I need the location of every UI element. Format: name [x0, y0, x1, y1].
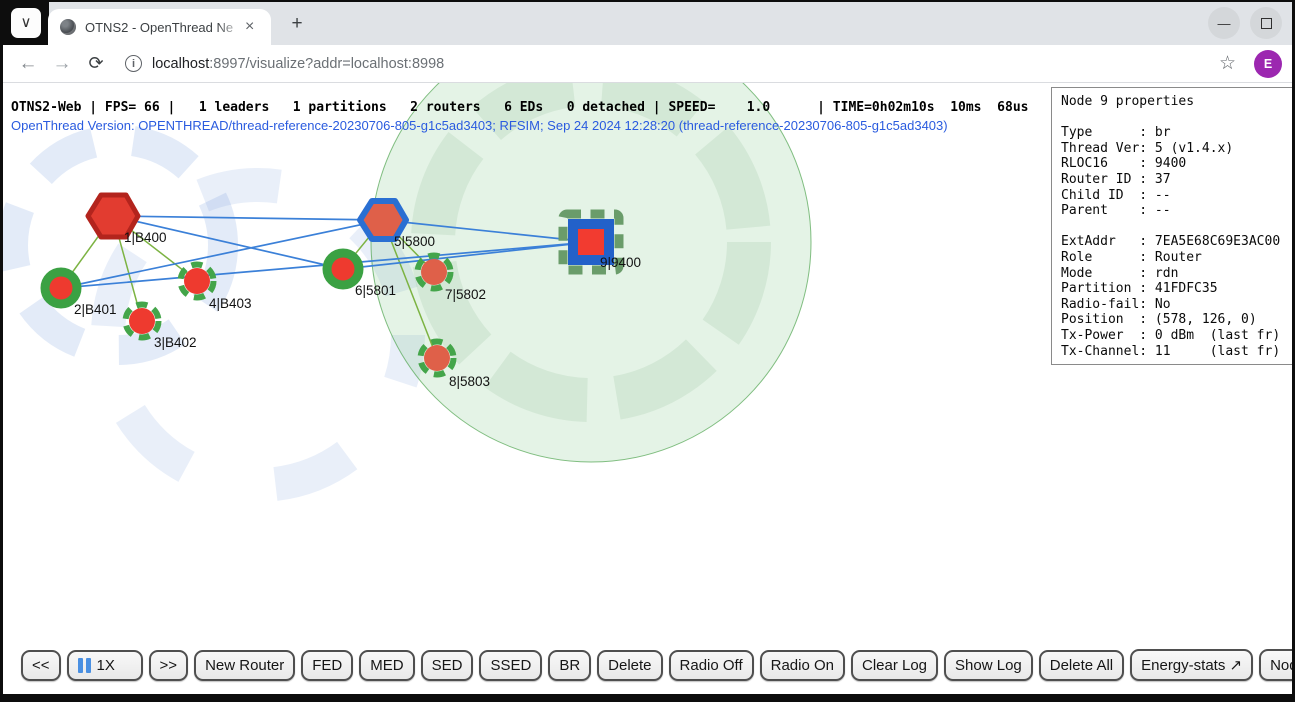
node-label: 6|5801: [355, 283, 396, 298]
toolbar: << 1X >> New Router FED MED SED SSED BR …: [21, 649, 1292, 681]
site-info-icon[interactable]: i: [125, 55, 142, 72]
address-bar: ← → ⟳ i localhost:8997/visualize?addr=lo…: [3, 45, 1292, 83]
prop-extaddr: ExtAddr : 7EA5E68C69E3AC00: [1061, 234, 1287, 250]
ed-circle[interactable]: [184, 268, 210, 294]
ed-circle[interactable]: [421, 259, 447, 285]
radio-off-button[interactable]: Radio Off: [669, 650, 754, 681]
version-line: OpenThread Version: OPENTHREAD/thread-re…: [11, 118, 948, 133]
node-label: 4|B403: [209, 296, 252, 311]
prop-rloc16: RLOC16 : 9400: [1061, 156, 1287, 172]
node-label: 8|5803: [449, 374, 490, 389]
browser-chrome: ∨ OTNS2 - OpenThread Ne × + — ← → ⟳ i lo…: [3, 2, 1292, 694]
radio-on-button[interactable]: Radio On: [760, 650, 845, 681]
clear-log-button[interactable]: Clear Log: [851, 650, 938, 681]
delete-button[interactable]: Delete: [597, 650, 662, 681]
chevron-down-icon: ∨: [21, 14, 32, 31]
tab-strip: ∨ OTNS2 - OpenThread Ne × + —: [3, 2, 1292, 45]
delete-all-button[interactable]: Delete All: [1039, 650, 1124, 681]
show-log-button[interactable]: Show Log: [944, 650, 1033, 681]
forward-icon[interactable]: →: [45, 53, 79, 75]
node-label: 9|9400: [600, 255, 641, 270]
prop-router-id: Router ID : 37: [1061, 172, 1287, 188]
speed-up-button[interactable]: >>: [149, 650, 189, 681]
ed-circle[interactable]: [45, 272, 77, 304]
prop-tx-power: Tx-Power : 0 dBm (last fr): [1061, 328, 1287, 344]
med-button[interactable]: MED: [359, 650, 414, 681]
speed-label: 1X: [97, 657, 115, 674]
site-favicon-icon: [60, 19, 76, 35]
minimize-button[interactable]: —: [1208, 7, 1240, 39]
tab-close-icon[interactable]: ×: [245, 19, 254, 35]
window-controls: —: [1208, 7, 1282, 39]
ed-circle[interactable]: [424, 345, 450, 371]
node-label: 2|B401: [74, 302, 117, 317]
speed-down-button[interactable]: <<: [21, 650, 61, 681]
prop-thread-ver: Thread Ver: 5 (v1.4.x): [1061, 141, 1287, 157]
node-label: 7|5802: [445, 287, 486, 302]
profile-avatar[interactable]: E: [1254, 50, 1282, 78]
node-properties-panel: Node 9 properties Type : br Thread Ver: …: [1051, 87, 1292, 365]
simulator-canvas[interactable]: 1|B400 2|B401 3|B402 4|B403: [3, 83, 1292, 694]
new-tab-button[interactable]: +: [284, 11, 310, 37]
prop-role: Role : Router: [1061, 250, 1287, 266]
minimize-icon: —: [1218, 16, 1231, 31]
node-stats-button[interactable]: Node-stats ↗: [1259, 649, 1292, 681]
ed-circle[interactable]: [327, 253, 359, 285]
tab-title-fade: [217, 20, 243, 35]
bookmark-star-icon[interactable]: ☆: [1219, 52, 1236, 75]
prop-radio-fail: Radio-fail: No: [1061, 297, 1287, 313]
browser-tab[interactable]: OTNS2 - OpenThread Ne ×: [48, 9, 271, 45]
maximize-button[interactable]: [1250, 7, 1282, 39]
address-bar-right: ☆ E: [1219, 50, 1292, 78]
browser-window: ∨ OTNS2 - OpenThread Ne × + — ← → ⟳ i lo…: [0, 0, 1295, 702]
prop-partition: Partition : 41FDFC35: [1061, 281, 1287, 297]
prop-tx-channel: Tx-Channel: 11 (last fr): [1061, 344, 1287, 360]
status-bar: OTNS2-Web | FPS= 66 | 1 leaders 1 partit…: [11, 100, 1028, 115]
prop-position: Position : (578, 126, 0): [1061, 312, 1287, 328]
new-router-button[interactable]: New Router: [194, 650, 295, 681]
url-text[interactable]: localhost:8997/visualize?addr=localhost:…: [152, 56, 444, 72]
panel-title: Node 9 properties: [1061, 94, 1287, 110]
node-label: 5|5800: [394, 234, 435, 249]
ed-circle[interactable]: [129, 308, 155, 334]
pause-icon: [78, 658, 91, 673]
prop-child-id: Child ID : --: [1061, 188, 1287, 204]
fed-button[interactable]: FED: [301, 650, 353, 681]
br-button[interactable]: BR: [548, 650, 591, 681]
url-path: :8997/visualize?addr=localhost:8998: [209, 56, 444, 72]
prop-type: Type : br: [1061, 125, 1287, 141]
node-label: 3|B402: [154, 335, 197, 350]
maximize-icon: [1261, 18, 1272, 29]
tab-title: OTNS2 - OpenThread Ne: [85, 20, 243, 35]
tab-search-button[interactable]: ∨: [11, 8, 41, 38]
node-1[interactable]: 1|B400: [88, 195, 167, 245]
ssed-button[interactable]: SSED: [479, 650, 542, 681]
reload-icon[interactable]: ⟳: [79, 53, 113, 74]
back-icon[interactable]: ←: [11, 53, 45, 75]
url-host: localhost: [152, 56, 209, 72]
prop-mode: Mode : rdn: [1061, 266, 1287, 282]
link-1-5: [113, 216, 383, 220]
sed-button[interactable]: SED: [421, 650, 474, 681]
prop-parent: Parent : --: [1061, 203, 1287, 219]
speed-pause-button[interactable]: 1X: [67, 650, 143, 681]
node-label: 1|B400: [124, 230, 167, 245]
energy-stats-button[interactable]: Energy-stats ↗: [1130, 649, 1253, 681]
